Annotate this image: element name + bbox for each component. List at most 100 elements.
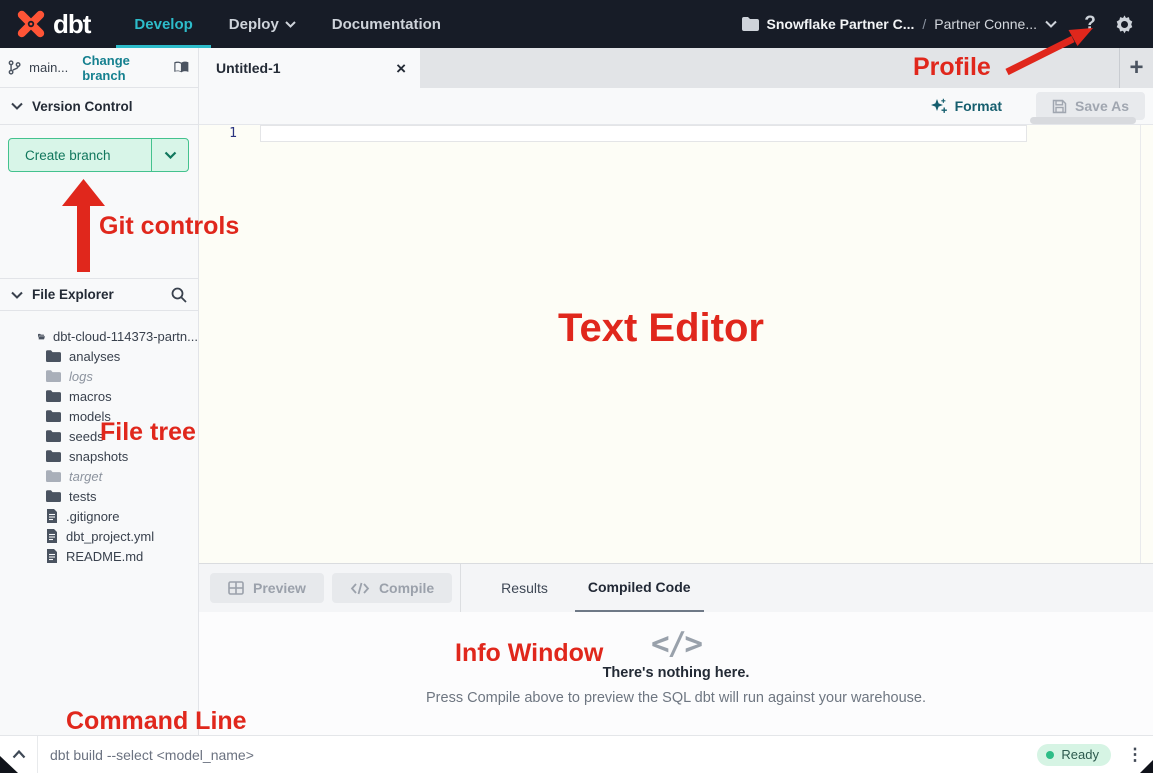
tree-item-label: analyses [69, 349, 120, 364]
tree-item-label: seeds [69, 429, 104, 444]
account-name: Snowflake Partner C... [767, 16, 915, 32]
folder-icon [46, 430, 61, 442]
tree-item-label: dbt_project.yml [66, 529, 154, 544]
tree-item-dbt_project.yml[interactable]: dbt_project.yml [0, 526, 198, 546]
annotation-command-line: Command Line [66, 707, 247, 736]
tree-item-dbt-cloud-114373-partn...[interactable]: dbt-cloud-114373-partn... [0, 326, 198, 346]
code-icon: </> [199, 626, 1153, 662]
change-branch-link[interactable]: Change branch [82, 53, 165, 83]
tree-item-label: target [69, 469, 102, 484]
tree-item-README.md[interactable]: README.md [0, 546, 198, 566]
annotation-info-window: Info Window [455, 639, 603, 668]
panel-divider [460, 564, 461, 613]
annotation-profile: Profile [913, 53, 991, 82]
tree-item-snapshots[interactable]: snapshots [0, 446, 198, 466]
empty-state-title: There's nothing here. [199, 665, 1153, 681]
version-control-header[interactable]: Version Control [0, 88, 198, 125]
tree-item-label: README.md [66, 549, 143, 564]
new-tab-button[interactable]: + [1120, 48, 1153, 88]
tree-item-label: snapshots [69, 449, 128, 464]
save-as-button[interactable]: Save As [1036, 92, 1145, 120]
main-nav: Develop Deploy Documentation [116, 0, 459, 48]
tab-untitled-1[interactable]: Untitled-1 × [199, 48, 420, 88]
file-icon [46, 529, 58, 543]
command-menu-button[interactable]: ⋮ [1123, 745, 1147, 765]
create-branch-label-area[interactable]: Create branch [9, 139, 152, 171]
chevron-down-icon [11, 102, 23, 110]
tree-item-label: .gitignore [66, 509, 119, 524]
chevron-down-icon [1045, 20, 1057, 28]
tab-compiled-code[interactable]: Compiled Code [575, 564, 704, 613]
tree-item-tests[interactable]: tests [0, 486, 198, 506]
search-icon[interactable] [171, 287, 187, 303]
git-branch-row: main... Change branch [0, 48, 198, 88]
git-branch-icon [8, 59, 21, 76]
active-line-highlight[interactable] [260, 125, 1027, 142]
preview-button[interactable]: Preview [210, 573, 324, 603]
tree-item-label: tests [69, 489, 96, 504]
nav-develop[interactable]: Develop [116, 0, 210, 48]
status-dot-icon [1046, 751, 1054, 759]
empty-state-subtitle: Press Compile above to preview the SQL d… [199, 690, 1153, 706]
format-button[interactable]: Format [930, 98, 1002, 115]
tree-item-target[interactable]: target [0, 466, 198, 486]
folder-icon [46, 490, 61, 502]
chevron-down-icon [164, 151, 177, 159]
folder-open-icon [38, 330, 45, 343]
current-branch-name: main... [29, 60, 68, 75]
nav-deploy[interactable]: Deploy [211, 0, 314, 48]
gear-icon [1114, 14, 1135, 35]
project-name: Partner Conne... [934, 16, 1037, 32]
folder-icon [46, 410, 61, 422]
breadcrumb-separator: / [922, 16, 926, 32]
file-explorer-header[interactable]: File Explorer [0, 278, 198, 311]
tree-item-.gitignore[interactable]: .gitignore [0, 506, 198, 526]
settings-button[interactable] [1109, 9, 1139, 39]
tab-title: Untitled-1 [216, 60, 281, 76]
nav-documentation[interactable]: Documentation [314, 0, 459, 48]
tree-item-logs[interactable]: logs [0, 366, 198, 386]
file-icon [46, 509, 58, 523]
topbar-right: Snowflake Partner C... / Partner Conne..… [742, 9, 1153, 39]
code-icon [350, 582, 370, 595]
tree-item-macros[interactable]: macros [0, 386, 198, 406]
tree-item-analyses[interactable]: analyses [0, 346, 198, 366]
status-text: Ready [1061, 747, 1099, 762]
dbt-logo-text: dbt [53, 9, 90, 40]
sidebar: main... Change branch Version Control Cr… [0, 48, 199, 735]
project-switcher[interactable]: Snowflake Partner C... / Partner Conne..… [742, 16, 1057, 32]
bottom-panel-header: Preview Compile Results Compiled Code [199, 563, 1153, 612]
top-navigation-bar: dbt Develop Deploy Documentation Snowfla… [0, 0, 1153, 48]
chevron-down-icon [11, 291, 23, 299]
folder-icon [46, 390, 61, 402]
version-control-title: Version Control [32, 99, 133, 114]
tree-item-label: logs [69, 369, 93, 384]
editor-scrollbar[interactable] [1030, 117, 1136, 124]
tab-bar-filler [420, 48, 1119, 88]
compile-button[interactable]: Compile [332, 573, 452, 603]
command-line-bar: Ready ⋮ [0, 735, 1153, 773]
editor-right-gutter [1140, 125, 1141, 563]
docs-book-icon[interactable] [173, 60, 190, 75]
tab-results[interactable]: Results [501, 564, 548, 613]
dbt-logo[interactable]: dbt [0, 9, 104, 40]
help-button[interactable]: ? [1075, 9, 1105, 39]
close-tab-icon[interactable]: × [396, 60, 406, 77]
folder-icon [46, 350, 61, 362]
annotation-git-controls: Git controls [99, 212, 239, 241]
save-icon [1052, 99, 1067, 114]
annotation-text-editor: Text Editor [558, 306, 764, 351]
dbt-cloud-ide: dbt Develop Deploy Documentation Snowfla… [0, 0, 1153, 773]
info-window: </> There's nothing here. Press Compile … [199, 612, 1153, 735]
expand-command-panel-button[interactable] [0, 736, 38, 773]
folder-icon [46, 470, 61, 482]
chevron-down-icon [285, 21, 296, 28]
tree-item-label: dbt-cloud-114373-partn... [53, 329, 198, 344]
create-branch-button[interactable]: Create branch [8, 138, 189, 172]
command-input[interactable] [38, 747, 1037, 763]
editor-toolbar: Format Save As [199, 88, 1153, 125]
dbt-logo-icon [16, 9, 46, 39]
tree-item-label: macros [69, 389, 112, 404]
line-number: 1 [225, 126, 237, 141]
create-branch-dropdown[interactable] [152, 139, 188, 171]
